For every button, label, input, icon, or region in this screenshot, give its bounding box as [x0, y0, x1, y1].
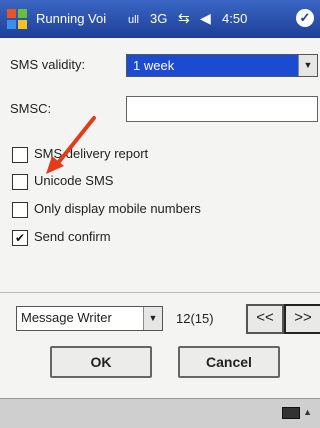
close-ok-icon[interactable]: ✓: [296, 9, 314, 27]
start-menu-icon[interactable]: [6, 8, 28, 30]
sms-validity-value: 1 week: [127, 55, 299, 76]
smsc-input[interactable]: [126, 96, 318, 122]
message-writer-select[interactable]: Message Writer ▼: [16, 306, 163, 331]
title-bar: Running Voi ull 3G ⇆ ◀ 4:50 ✓: [0, 0, 320, 38]
connectivity-icon[interactable]: ⇆: [178, 10, 190, 27]
menu-bar: ▲: [0, 398, 320, 428]
clock-time[interactable]: 4:50: [222, 11, 247, 26]
next-button[interactable]: >>: [284, 304, 320, 334]
checkbox-box[interactable]: [12, 202, 28, 218]
sms-validity-select[interactable]: 1 week ▼: [126, 54, 318, 77]
smsc-label: SMSC:: [10, 101, 52, 116]
checkbox-box[interactable]: [12, 174, 28, 190]
ok-button[interactable]: OK: [50, 346, 152, 378]
cancel-button[interactable]: Cancel: [178, 346, 280, 378]
prev-button[interactable]: <<: [246, 304, 284, 334]
divider: [0, 292, 320, 293]
checkbox-box[interactable]: ✔: [12, 230, 28, 246]
annotation-arrow-icon: [46, 116, 96, 174]
chevron-up-icon[interactable]: ▲: [303, 407, 312, 417]
sms-validity-label: SMS validity:: [10, 57, 86, 72]
speaker-icon[interactable]: ◀: [200, 10, 211, 27]
checkbox-label: Only display mobile numbers: [34, 201, 201, 216]
chevron-down-icon[interactable]: ▼: [298, 55, 317, 76]
checkbox-label: Send confirm: [34, 229, 111, 244]
network-type: 3G: [150, 11, 168, 26]
keyboard-icon[interactable]: [282, 407, 300, 419]
page-counter: 12(15): [176, 311, 214, 326]
window-title: Running Voi: [36, 11, 107, 26]
checkbox-box[interactable]: [12, 147, 28, 163]
message-writer-value: Message Writer: [21, 310, 112, 325]
signal-icon: ull: [128, 14, 140, 26]
chevron-down-icon[interactable]: ▼: [143, 307, 162, 330]
